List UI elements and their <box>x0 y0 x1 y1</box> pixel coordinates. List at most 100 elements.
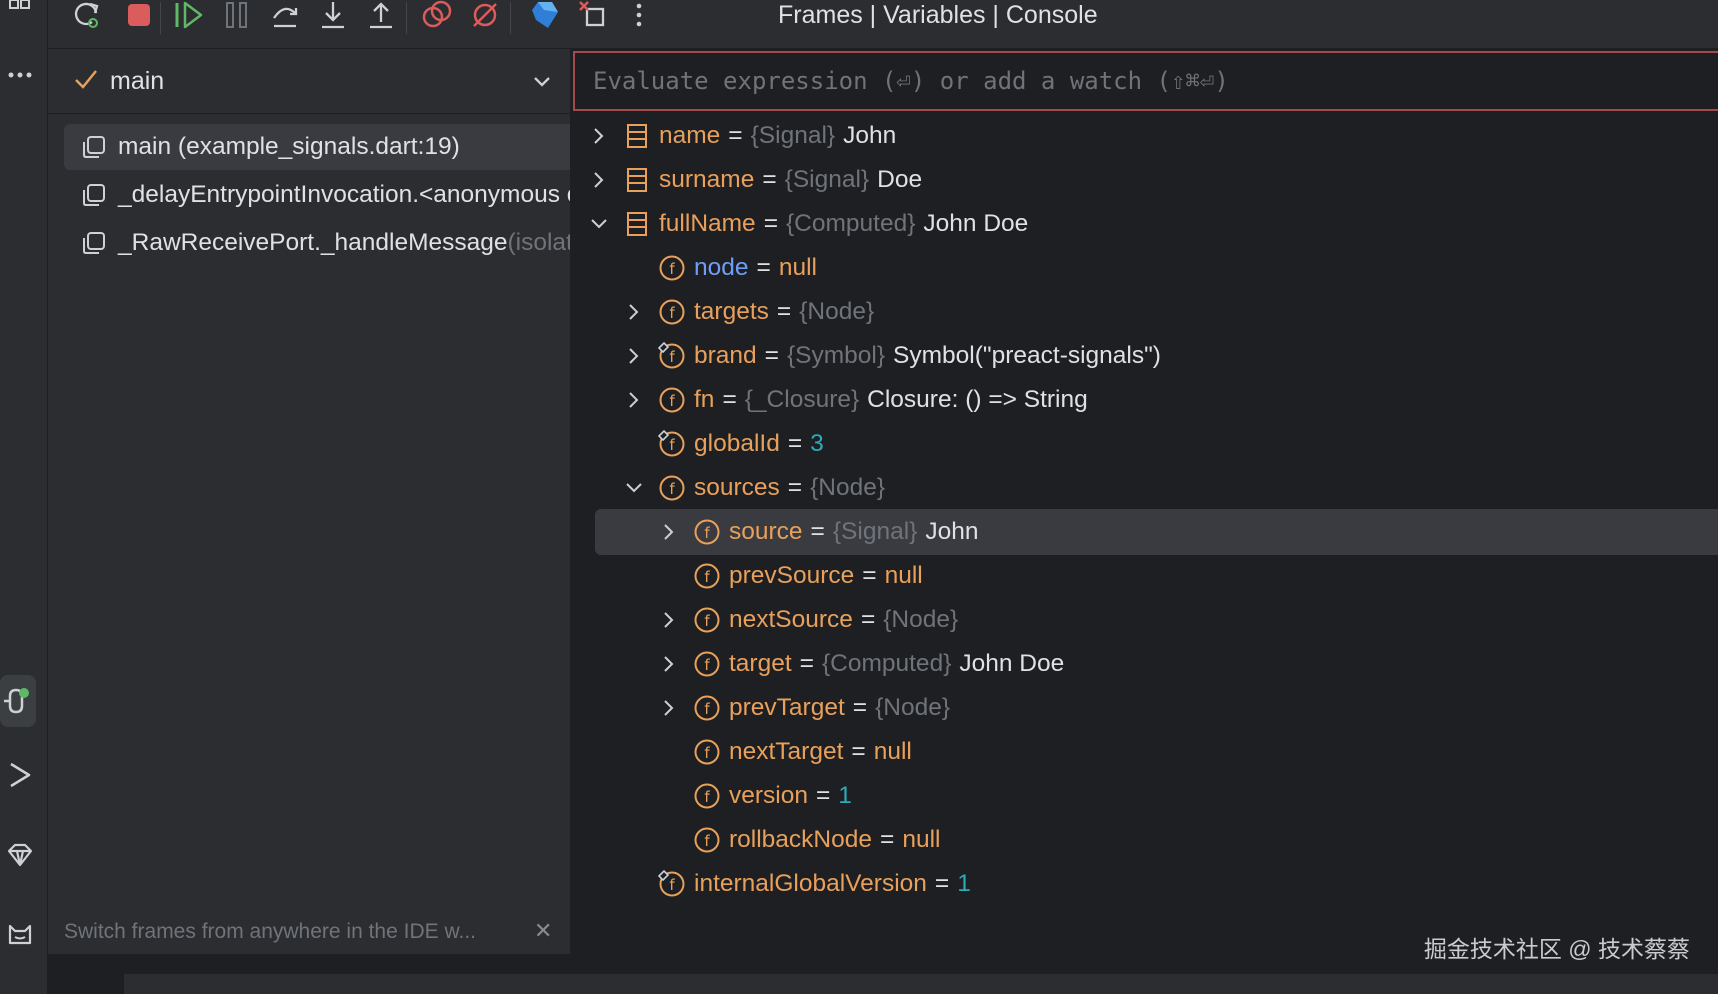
field-icon: f <box>658 298 686 326</box>
equals-sign: = <box>787 430 803 457</box>
dart-analysis-icon[interactable] <box>0 835 40 875</box>
svg-text:f: f <box>704 832 710 850</box>
variable-name: sources <box>694 474 780 501</box>
svg-text:f: f <box>704 700 710 718</box>
variable-row[interactable]: f internalGlobalVersion = 1 <box>571 861 1718 907</box>
debug-tool-icon[interactable] <box>0 675 36 727</box>
variable-row[interactable]: f fn = {_Closure} Closure: () => String <box>571 377 1718 423</box>
variable-icon <box>623 166 651 194</box>
rerun-icon[interactable] <box>70 0 104 32</box>
variable-name: globalId <box>694 430 780 457</box>
variable-value: Symbol("preact-signals") <box>893 342 1161 369</box>
run-tool-icon[interactable] <box>0 755 40 795</box>
variable-name: prevTarget <box>729 694 845 721</box>
variable-name: target <box>729 650 792 677</box>
equals-sign: = <box>764 342 779 369</box>
expand-chevron-icon[interactable] <box>657 608 681 632</box>
variable-value: 1 <box>838 782 852 809</box>
variable-type: {Node} <box>875 694 951 721</box>
frame-icon <box>83 136 105 158</box>
structure-icon[interactable] <box>0 0 40 30</box>
stop-icon[interactable] <box>122 0 156 32</box>
variable-row[interactable]: f prevTarget = {Node} <box>571 685 1718 731</box>
variable-row[interactable]: f rollbackNode = null <box>571 817 1718 863</box>
svg-text:f: f <box>669 480 675 498</box>
variable-type: {Signal} <box>784 166 870 193</box>
frame-item[interactable]: _delayEntrypointInvocation.<anonymous cl… <box>64 172 570 218</box>
step-out-icon[interactable] <box>364 0 398 32</box>
more-icon[interactable] <box>622 0 656 32</box>
variable-row[interactable]: f version = 1 <box>571 773 1718 819</box>
expand-chevron-icon[interactable] <box>587 124 611 148</box>
more-tools-icon[interactable] <box>0 55 40 95</box>
expand-chevron-icon[interactable] <box>622 300 646 324</box>
variable-value: John Doe <box>959 650 1065 677</box>
mute-breakpoints-icon[interactable] <box>468 0 502 32</box>
close-session-icon[interactable] <box>576 0 610 32</box>
field-icon: f <box>658 386 686 414</box>
variable-name: version <box>729 782 808 809</box>
variable-row[interactable]: f brand = {Symbol} Symbol("preact-signals") <box>571 333 1718 379</box>
variable-row[interactable]: f node = null <box>571 245 1718 291</box>
variable-row[interactable]: f nextTarget = null <box>571 729 1718 775</box>
chevron-down-icon[interactable] <box>532 71 552 91</box>
frame-item[interactable]: _RawReceivePort._handleMessage (isolate_… <box>64 220 570 266</box>
expand-chevron-icon[interactable] <box>622 344 646 368</box>
static-field-icon: f <box>658 870 686 898</box>
svg-text:f: f <box>704 524 710 542</box>
expand-chevron-icon[interactable] <box>657 696 681 720</box>
variable-value: John <box>843 122 897 149</box>
step-over-icon[interactable] <box>268 0 302 32</box>
variable-value: Doe <box>877 166 923 193</box>
variable-row[interactable]: fullName = {Computed} John Doe <box>571 201 1718 247</box>
variable-row[interactable]: surname = {Signal} Doe <box>571 157 1718 203</box>
static-field-icon: f <box>658 430 686 458</box>
variable-value: null <box>884 562 923 589</box>
field-icon: f <box>693 518 721 546</box>
dart-devtools-icon[interactable] <box>528 0 562 32</box>
variable-name: fn <box>694 386 715 413</box>
svg-text:f: f <box>704 744 710 762</box>
thread-selector[interactable]: main <box>48 49 570 114</box>
thread-name: main <box>110 67 165 95</box>
variable-row[interactable]: f source = {Signal} John <box>595 509 1718 555</box>
evaluate-expression-input[interactable] <box>575 53 1718 109</box>
expand-chevron-icon[interactable] <box>657 652 681 676</box>
variable-name: fullName <box>659 210 756 237</box>
frame-item[interactable]: main (example_signals.dart:19) <box>64 124 570 170</box>
view-tabs-title[interactable]: Frames | Variables | Console <box>778 0 1098 30</box>
resume-icon[interactable] <box>172 0 206 32</box>
variable-row[interactable]: f prevSource = null <box>571 553 1718 599</box>
variable-type: {Computed} <box>821 650 952 677</box>
collapse-chevron-icon[interactable] <box>587 212 611 236</box>
collapse-chevron-icon[interactable] <box>622 476 646 500</box>
variable-name: brand <box>694 342 757 369</box>
static-field-icon: f <box>658 342 686 370</box>
equals-sign: = <box>862 562 877 589</box>
step-into-icon[interactable] <box>316 0 350 32</box>
variable-row[interactable]: f targets = {Node} <box>571 289 1718 335</box>
variable-type: {_Closure} <box>744 386 860 413</box>
variable-name: targets <box>694 298 769 325</box>
field-icon: f <box>693 562 721 590</box>
equals-sign: = <box>810 518 825 545</box>
variable-row[interactable]: f globalId = 3 <box>571 421 1718 467</box>
view-breakpoints-icon[interactable] <box>420 0 454 32</box>
expand-chevron-icon[interactable] <box>587 168 611 192</box>
variable-type: {Computed} <box>786 210 916 237</box>
terminal-cat-icon[interactable] <box>0 915 40 955</box>
variable-row[interactable]: f nextSource = {Node} <box>571 597 1718 643</box>
variable-row[interactable]: f sources = {Node} <box>571 465 1718 511</box>
expand-chevron-icon[interactable] <box>657 520 681 544</box>
variable-row[interactable]: f target = {Computed} John Doe <box>571 641 1718 687</box>
equals-sign: = <box>787 474 803 501</box>
expand-chevron-icon[interactable] <box>622 388 646 412</box>
svg-text:f: f <box>669 436 675 454</box>
evaluate-expression-box <box>573 51 1718 111</box>
variable-row[interactable]: name = {Signal} John <box>571 113 1718 159</box>
frame-icon <box>83 184 105 206</box>
pause-icon[interactable] <box>220 0 254 32</box>
close-hint-icon[interactable]: ✕ <box>534 918 552 944</box>
variable-value: John Doe <box>923 210 1029 237</box>
